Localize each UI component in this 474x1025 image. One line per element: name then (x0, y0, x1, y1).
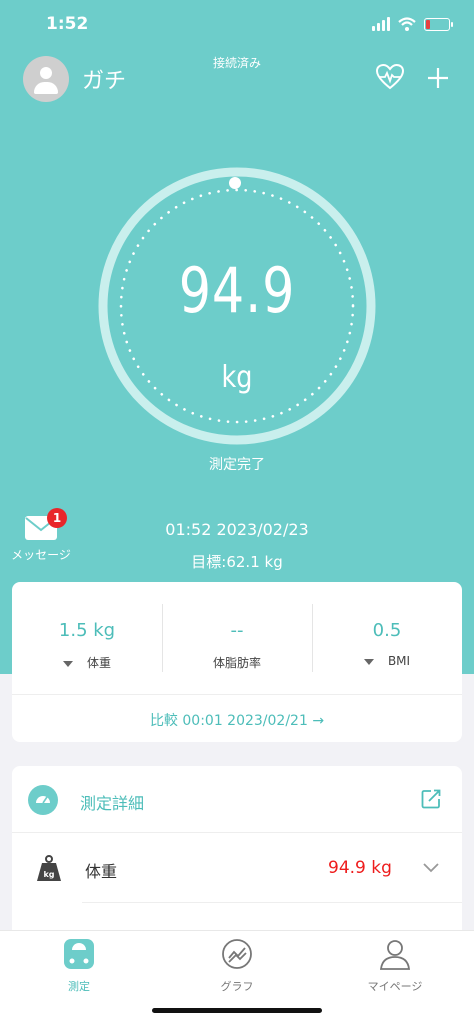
add-icon[interactable] (426, 66, 450, 90)
chevron-down-icon[interactable] (422, 862, 440, 874)
status-icons (372, 17, 453, 31)
tab-mypage[interactable]: マイページ (316, 931, 474, 1001)
divider (12, 694, 462, 695)
wifi-icon (398, 17, 416, 31)
svg-text:kg: kg (43, 870, 54, 879)
detail-row-label: 体重 (85, 862, 118, 881)
tab-label: マイページ (367, 980, 423, 993)
kg-weight-icon: kg (37, 855, 61, 881)
compare-link[interactable]: 比較 00:01 2023/02/21 → (12, 710, 462, 730)
trend-down-icon (363, 658, 374, 665)
scale-icon (64, 939, 94, 969)
tab-graph[interactable]: グラフ (158, 931, 316, 1001)
status-time: 1:52 (46, 14, 89, 34)
metric-label: 体脂肪率 (212, 656, 261, 670)
details-title: 測定詳細 (80, 794, 145, 813)
metric-bmi[interactable]: 0.5 BMI (312, 582, 462, 694)
cellular-signal-icon (372, 17, 390, 31)
tab-measure[interactable]: 測定 (0, 931, 158, 1001)
message-label[interactable]: メッセージ (10, 548, 72, 563)
goal-weight: 目標:62.1 kg (191, 553, 283, 571)
scale-gauge-icon (28, 785, 58, 815)
detail-row-value: 94.9 kg (328, 858, 392, 878)
measurement-status: 測定完了 (209, 457, 265, 473)
metric-label: BMI (387, 654, 411, 668)
battery-icon (424, 17, 453, 31)
weight-value: 94.9 (178, 254, 296, 327)
tab-label: 測定 (68, 980, 90, 993)
metric-value: -- (230, 620, 244, 641)
home-indicator (152, 1008, 322, 1013)
chart-icon (222, 939, 252, 969)
heart-rate-icon[interactable] (376, 64, 404, 90)
metric-label: 体重 (86, 656, 111, 670)
metric-weight-change[interactable]: 1.5 kg 体重 (12, 582, 162, 694)
metric-body-fat[interactable]: -- 体脂肪率 (162, 582, 312, 694)
divider (82, 902, 462, 903)
profile-icon (379, 940, 411, 970)
tab-label: グラフ (220, 980, 254, 993)
share-icon[interactable] (420, 788, 442, 810)
weight-unit: kg (221, 360, 253, 395)
metrics-card: 1.5 kg 体重 -- 体脂肪率 0.5 BMI 比較 00:01 2023/… (12, 582, 462, 742)
metric-value: 1.5 kg (58, 620, 116, 641)
message-badge: 1 (47, 508, 67, 528)
metric-value: 0.5 (372, 620, 402, 641)
trend-down-icon (62, 660, 73, 667)
divider (12, 832, 462, 833)
measurement-datetime: 01:52 2023/02/23 (165, 520, 309, 539)
